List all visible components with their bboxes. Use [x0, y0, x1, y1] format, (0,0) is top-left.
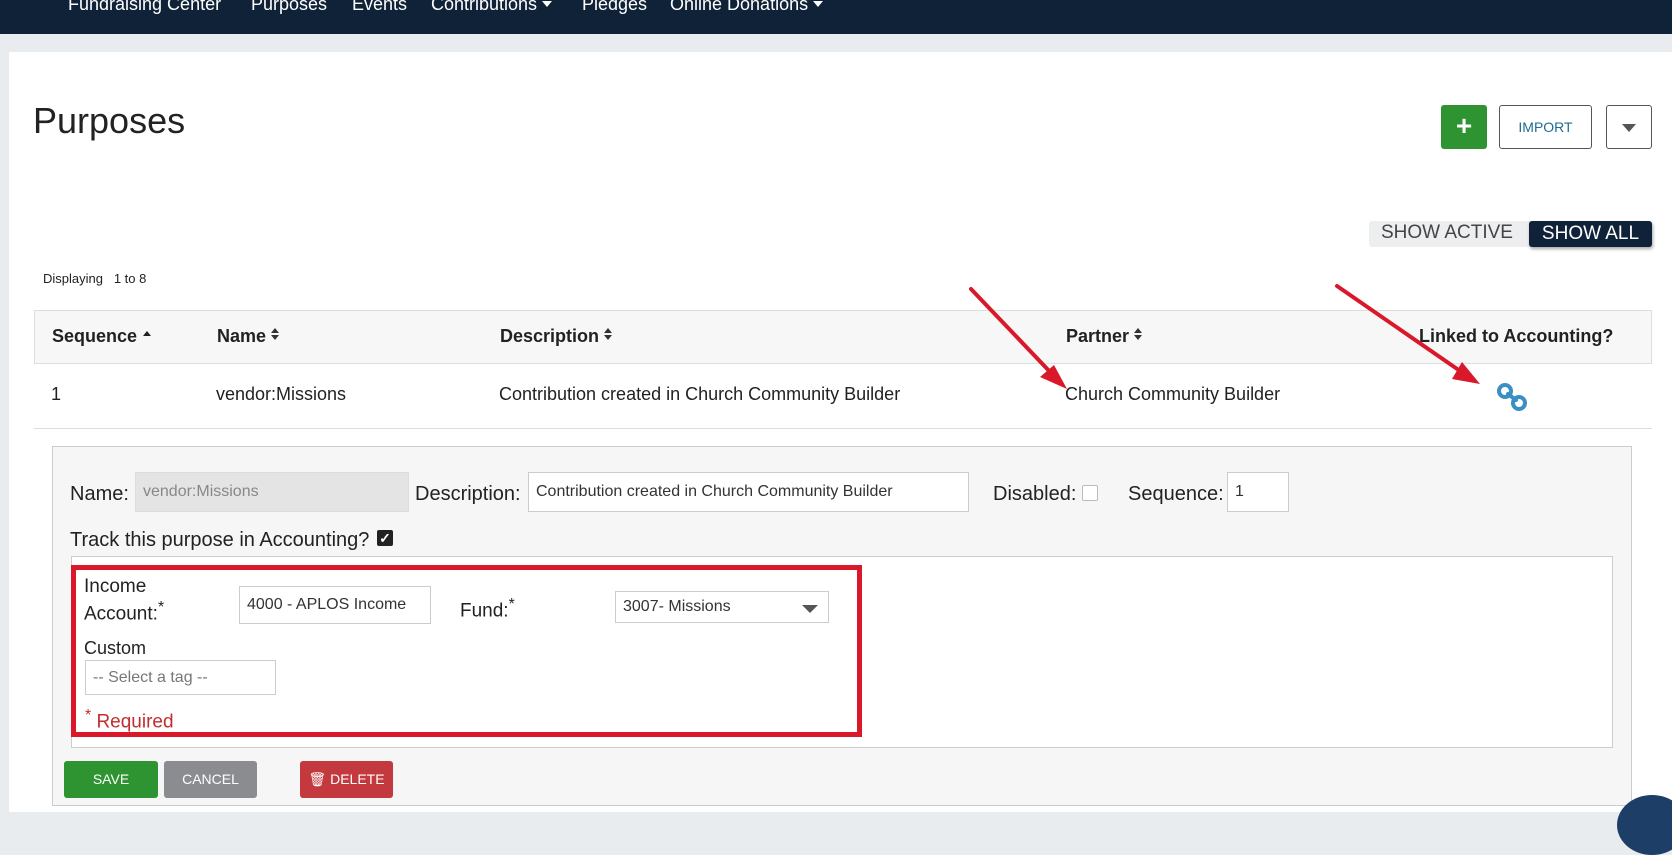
import-button[interactable]: IMPORT — [1499, 105, 1592, 149]
nav-contributions[interactable]: Contributions — [431, 0, 553, 15]
description-field[interactable]: Contribution created in Church Community… — [528, 472, 969, 512]
trash-icon: 🗑 — [308, 771, 327, 787]
column-description[interactable]: Description — [500, 326, 613, 347]
show-active-button[interactable]: SHOW ACTIVE — [1381, 222, 1513, 244]
nav-purposes[interactable]: Purposes — [251, 0, 327, 15]
description-label: Description: — [415, 483, 521, 505]
plus-icon: + — [1455, 110, 1473, 141]
help-widget[interactable] — [1617, 795, 1672, 855]
nav-pledges[interactable]: Pledges — [582, 0, 647, 15]
page-title: Purposes — [33, 100, 186, 141]
more-options-dropdown[interactable] — [1606, 105, 1652, 149]
cell-partner: Church Community Builder — [1065, 384, 1281, 404]
link-icon[interactable] — [1494, 380, 1530, 414]
annotation-highlight-box — [71, 565, 862, 737]
sort-icon — [604, 328, 613, 340]
save-button[interactable]: SAVE — [64, 761, 158, 798]
column-partner[interactable]: Partner — [1066, 326, 1143, 347]
cell-sequence: 1 — [51, 384, 62, 404]
column-linked-to-accounting: Linked to Accounting? — [1419, 326, 1614, 346]
sequence-label: Sequence: — [1128, 483, 1224, 505]
chevron-down-icon — [542, 1, 553, 7]
top-navigation: Fundraising Center Purposes Events Contr… — [0, 0, 1672, 34]
caret-down-icon — [1622, 124, 1636, 132]
displaying-range: 1 to 8 — [113, 271, 147, 286]
add-purpose-button[interactable]: + — [1441, 105, 1487, 149]
table-row[interactable]: 1 vendor:Missions Contribution created i… — [34, 364, 1652, 429]
delete-button-label: DELETE — [330, 771, 385, 787]
nav-contributions-label: Contributions — [431, 0, 538, 14]
disabled-label: Disabled: — [993, 483, 1077, 505]
nav-online-donations-label: Online Donations — [670, 0, 809, 14]
delete-button[interactable]: 🗑 DELETE — [300, 761, 393, 798]
track-accounting-label: Track this purpose in Accounting? — [70, 529, 370, 551]
page-title-wrap: Purposes — [33, 100, 185, 142]
sequence-field[interactable]: 1 — [1227, 472, 1289, 512]
column-sequence[interactable]: Sequence — [52, 326, 152, 347]
column-sequence-label: Sequence — [52, 326, 138, 346]
displaying-label: Displaying — [43, 271, 103, 286]
cell-name: vendor:Missions — [216, 384, 347, 404]
show-all-button[interactable]: SHOW ALL — [1529, 221, 1652, 247]
nav-online-donations[interactable]: Online Donations — [670, 0, 824, 15]
column-name-label: Name — [217, 326, 267, 346]
cell-description: Contribution created in Church Community… — [499, 384, 901, 404]
column-partner-label: Partner — [1066, 326, 1130, 346]
disabled-checkbox[interactable] — [1082, 485, 1098, 501]
sort-icon — [271, 328, 280, 340]
chevron-down-icon — [813, 1, 824, 7]
active-filter-toggle: SHOW ACTIVE SHOW ALL — [1369, 221, 1652, 247]
sort-icon — [1134, 328, 1143, 340]
sort-ascending-icon — [143, 331, 152, 336]
name-label: Name: — [70, 483, 129, 505]
column-name[interactable]: Name — [217, 326, 280, 347]
name-field[interactable]: vendor:Missions — [135, 472, 409, 512]
nav-events[interactable]: Events — [352, 0, 407, 15]
pagination-summary: Displaying 1 to 8 — [43, 271, 146, 286]
nav-fundraising-center[interactable]: Fundraising Center — [68, 0, 221, 15]
cancel-button[interactable]: CANCEL — [164, 761, 257, 798]
table-header: Sequence Name Description Partner Linked… — [34, 310, 1652, 364]
track-accounting-checkbox[interactable]: ✓ — [377, 530, 393, 546]
column-description-label: Description — [500, 326, 600, 346]
